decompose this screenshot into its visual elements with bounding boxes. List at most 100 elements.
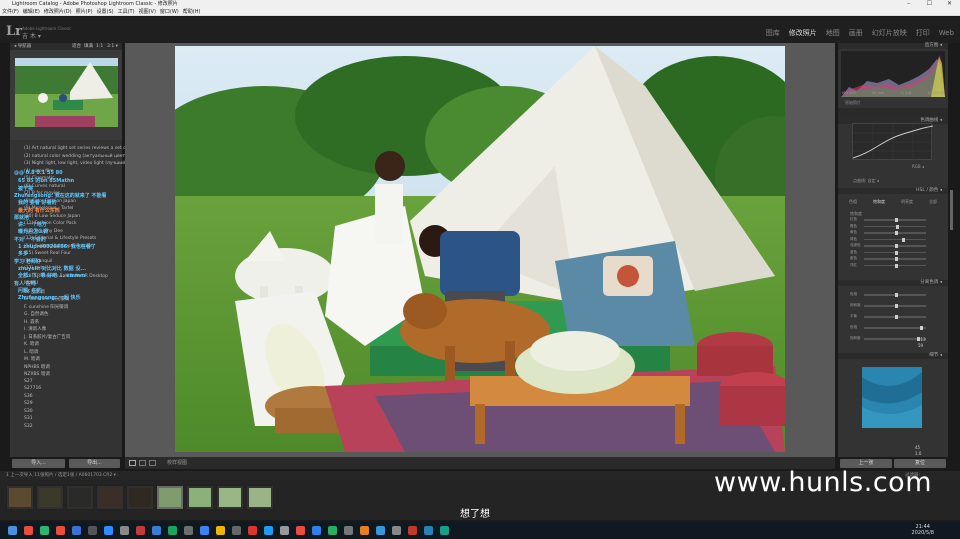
taskbar-app-icon[interactable] bbox=[280, 526, 289, 535]
taskbar-app-icon[interactable] bbox=[264, 526, 273, 535]
filmstrip-thumbnail[interactable] bbox=[126, 485, 154, 510]
taskbar-app-icon[interactable] bbox=[296, 526, 305, 535]
hsl-slider[interactable]: 橙色 bbox=[850, 224, 934, 229]
filmstrip-thumbnail[interactable] bbox=[186, 485, 214, 510]
preset-item[interactable]: NZXBS 暗调 bbox=[24, 371, 50, 377]
nav-fill[interactable]: 填满 bbox=[84, 43, 93, 50]
taskbar-app-icon[interactable] bbox=[56, 526, 65, 535]
taskbar-app-icon[interactable] bbox=[200, 526, 209, 535]
taskbar-app-icon[interactable] bbox=[360, 526, 369, 535]
minimize-button[interactable]: – bbox=[907, 0, 910, 8]
preset-item[interactable]: I. 清新人像 bbox=[24, 326, 46, 332]
hsl-slider[interactable]: 洋红 bbox=[850, 263, 934, 268]
hsl-slider[interactable]: 黄色 bbox=[850, 230, 934, 235]
slider-knob[interactable] bbox=[895, 250, 898, 255]
detail-preview[interactable] bbox=[862, 367, 922, 428]
hsl-slider[interactable]: 紫色 bbox=[850, 256, 934, 261]
preset-item[interactable]: (1) Art natural light set series reviews… bbox=[24, 146, 133, 151]
module-6[interactable]: Web bbox=[939, 29, 954, 37]
menu-item[interactable]: 文件(F) bbox=[2, 9, 19, 15]
preset-item[interactable]: S31 bbox=[24, 416, 33, 421]
preset-item[interactable]: NPHBS 暗调 bbox=[24, 364, 50, 370]
preset-item[interactable]: J. 日系胶片/复古广告风 bbox=[24, 334, 70, 340]
slider-knob[interactable] bbox=[919, 326, 923, 330]
filmstrip-thumbnail[interactable] bbox=[36, 485, 64, 510]
detail-header[interactable]: 细节 ◂ bbox=[838, 353, 948, 359]
compare-view-icon[interactable] bbox=[139, 460, 146, 466]
menu-item[interactable]: 帮助(H) bbox=[183, 9, 201, 15]
nav-fit[interactable]: 适合 bbox=[72, 43, 81, 50]
module-5[interactable]: 打印 bbox=[916, 29, 930, 37]
preset-item[interactable]: (15) Sweet Real Four bbox=[24, 251, 71, 256]
split-slider[interactable]: 饱和度 bbox=[850, 303, 934, 308]
loupe-view-icon[interactable] bbox=[129, 460, 136, 466]
filmstrip-source[interactable]: 1 上一次导入 11张照片 / 选定1张 / A0601703.CR2 ▾ bbox=[6, 473, 116, 478]
slider-knob[interactable] bbox=[902, 237, 906, 242]
taskbar-app-icon[interactable] bbox=[312, 526, 321, 535]
softproof-toggle[interactable]: 校样视图 bbox=[167, 457, 187, 469]
slider-knob[interactable] bbox=[895, 257, 898, 261]
taskbar-app-icon[interactable] bbox=[440, 526, 449, 535]
taskbar-app-icon[interactable] bbox=[8, 526, 17, 535]
module-3[interactable]: 画册 bbox=[849, 29, 863, 37]
slider-knob[interactable] bbox=[895, 231, 898, 235]
split-sat-value[interactable]: 59 bbox=[918, 343, 923, 348]
right-scrollbar[interactable] bbox=[950, 190, 953, 230]
slider-knob[interactable] bbox=[895, 293, 898, 297]
slider-knob[interactable] bbox=[895, 263, 898, 268]
preset-item[interactable]: S36 bbox=[24, 394, 33, 399]
filmstrip-thumbnail[interactable] bbox=[6, 485, 34, 510]
point-curve-selector[interactable]: 点曲线: 自定 ◂ bbox=[853, 178, 879, 184]
hsl-tab[interactable]: 全部 bbox=[929, 199, 937, 205]
detail-radius[interactable]: 1.0 bbox=[915, 451, 921, 456]
menu-item[interactable]: 编辑(E) bbox=[23, 9, 40, 15]
slider-knob[interactable] bbox=[895, 244, 898, 248]
navigator-thumbnail[interactable] bbox=[15, 58, 118, 127]
slider-knob[interactable] bbox=[895, 218, 898, 222]
split-toning-header[interactable]: 分离色调 ◂ bbox=[838, 280, 948, 286]
taskbar-app-icon[interactable] bbox=[184, 526, 193, 535]
histogram-header[interactable]: 直方图 ◂ bbox=[838, 43, 948, 49]
taskbar-app-icon[interactable] bbox=[232, 526, 241, 535]
split-slider[interactable]: 色相 bbox=[850, 325, 934, 330]
slider-track[interactable] bbox=[864, 225, 926, 227]
tone-curve-graph[interactable] bbox=[852, 123, 934, 161]
taskbar-app-icon[interactable] bbox=[248, 526, 257, 535]
module-0[interactable]: 图库 bbox=[766, 29, 780, 37]
nav-3-1[interactable]: 3:1 ▾ bbox=[107, 43, 118, 50]
hsl-slider[interactable]: 浅绿色 bbox=[850, 243, 934, 248]
taskbar-app-icon[interactable] bbox=[136, 526, 145, 535]
preset-item[interactable]: K. 暗调 bbox=[24, 341, 39, 347]
preset-item[interactable]: L. 暗调 bbox=[24, 349, 38, 355]
system-clock[interactable]: 21:44 2020/5/8 bbox=[912, 524, 934, 536]
navigator-header[interactable]: ◂ 导航器 适合 填满 1:1 3:1 ▾ bbox=[10, 43, 122, 50]
taskbar-app-icon[interactable] bbox=[168, 526, 177, 535]
module-1[interactable]: 修改照片 bbox=[789, 29, 817, 37]
menu-item[interactable]: 视图(V) bbox=[139, 9, 156, 15]
filmstrip-thumbnail[interactable] bbox=[66, 485, 94, 510]
close-button[interactable]: ✕ bbox=[947, 0, 952, 8]
preset-item[interactable]: M. 暗调 bbox=[24, 356, 40, 362]
split-slider[interactable]: 平衡 bbox=[850, 314, 934, 319]
taskbar-app-icon[interactable] bbox=[72, 526, 81, 535]
maximize-button[interactable]: ☐ bbox=[927, 0, 932, 8]
taskbar-app-icon[interactable] bbox=[424, 526, 433, 535]
slider-track[interactable] bbox=[864, 238, 926, 240]
user-name[interactable]: 吉 木 ▾ bbox=[22, 31, 41, 40]
slider-track[interactable] bbox=[864, 327, 926, 329]
slider-knob[interactable] bbox=[895, 315, 898, 319]
taskbar-app-icon[interactable] bbox=[392, 526, 401, 535]
hsl-slider[interactable]: 绿色 bbox=[850, 237, 934, 242]
nav-1-1[interactable]: 1:1 bbox=[96, 43, 103, 50]
taskbar-app-icon[interactable] bbox=[88, 526, 97, 535]
slider-knob[interactable] bbox=[895, 304, 898, 308]
slider-knob[interactable] bbox=[896, 224, 900, 229]
taskbar-app-icon[interactable] bbox=[216, 526, 225, 535]
taskbar-app-icon[interactable] bbox=[24, 526, 33, 535]
preset-item[interactable]: S32 bbox=[24, 424, 33, 429]
hsl-slider[interactable]: 红色 bbox=[850, 217, 934, 222]
taskbar-app-icon[interactable] bbox=[376, 526, 385, 535]
preset-item[interactable]: S30 bbox=[24, 409, 33, 414]
menu-item[interactable]: 窗口(W) bbox=[160, 9, 179, 15]
channel-selector[interactable]: RGB ◂ bbox=[912, 164, 924, 169]
